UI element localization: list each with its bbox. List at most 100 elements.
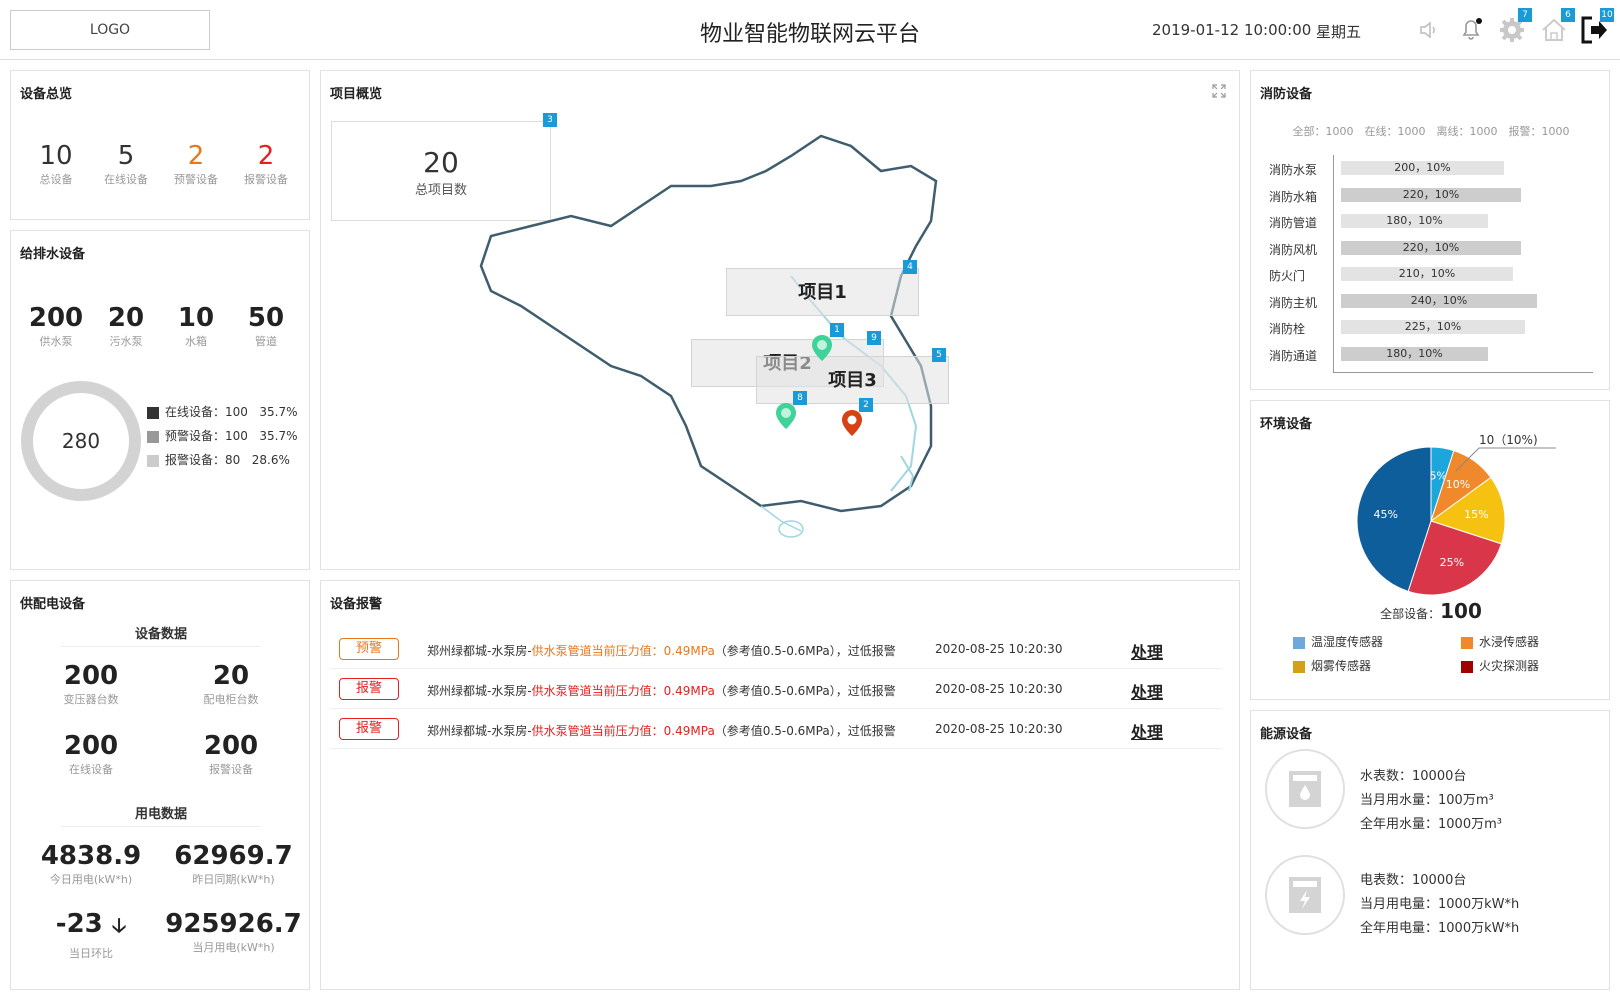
stat-label: 当日环比 [69, 947, 113, 960]
electric-meter-icon [1265, 855, 1345, 935]
power-stat: 200 变压器台数 [41, 661, 141, 707]
stat-value: 200 [28, 303, 84, 333]
alarm-message: 郑州绿都城-水泵房-供水泵管道当前压力值：0.49MPa（参考值0.5-0.6M… [427, 642, 896, 659]
header-bar: LOGO 物业智能物联网云平台 2019-01-12 10:00:00 星期五 … [0, 0, 1620, 60]
legend-count: 100 [225, 429, 248, 443]
stat-label: 水箱 [185, 335, 207, 348]
handle-link[interactable]: 处理 [1131, 679, 1163, 703]
legend-item: 火灾探测器 [1461, 657, 1539, 674]
legend-item: 水浸传感器 [1461, 633, 1539, 650]
handle-link[interactable]: 处理 [1131, 719, 1163, 743]
legend-label: 在线设备： [165, 405, 226, 419]
environment-total: 全部设备：100 [1251, 599, 1611, 623]
fullscreen-icon[interactable] [1211, 83, 1227, 99]
legend-swatch [1461, 660, 1473, 673]
alarm-row: 报警 郑州绿都城-水泵房-供水泵管道当前压力值：0.49MPa（参考值0.5-0… [331, 671, 1221, 709]
total-label: 全部设备： [1380, 607, 1441, 621]
alarm-message: 郑州绿都城-水泵房-供水泵管道当前压力值：0.49MPa（参考值0.5-0.6M… [427, 722, 896, 739]
legend-swatch [147, 406, 159, 419]
stat-label: 变压器台数 [63, 693, 119, 706]
stat-value: 200 [63, 661, 119, 691]
pie-slice-label: 45% [1373, 508, 1397, 521]
stat-label: 报警设备 [244, 173, 288, 186]
water-stat: 200 供水泵 [26, 303, 86, 349]
alarm-row: 预警 郑州绿都城-水泵房-供水泵管道当前压力值：0.49MPa（参考值0.5-0… [331, 631, 1221, 669]
stat-value: 925926.7 [165, 909, 302, 939]
legend-label: 烟雾传感器 [1311, 659, 1372, 673]
alarm-location: 郑州绿都城-水泵房- [427, 724, 532, 738]
stat-label: 昨日同期(kW*h) [192, 873, 275, 886]
section-title-usage: 用电数据 [61, 803, 261, 827]
project-3-box[interactable]: 项目3 [756, 356, 949, 404]
power-panel: 供配电设备 设备数据 200 变压器台数 20 配电柜台数 200 在线设备 2… [10, 580, 310, 990]
energy-panel: 能源设备 水表数：10000台 当月用水量：100万m³ 全年用水量：1000万… [1250, 710, 1610, 990]
power-stat: 20 配电柜台数 [181, 661, 281, 707]
donut-total: 280 [61, 429, 101, 453]
stat-label: 在线设备 [104, 173, 148, 186]
legend-count: 100 [225, 405, 248, 419]
water-year-usage: 全年用水量：1000万m³ [1360, 817, 1502, 832]
stat-value: -23 🡣 [21, 909, 161, 945]
alarm-detail: 供水泵管道当前压力值：0.49MPa [531, 684, 715, 698]
legend-label: 火灾探测器 [1479, 659, 1540, 673]
map-badge-5: 5 [932, 348, 946, 362]
legend-item: 预警设备：100 35.7% [147, 427, 298, 451]
logout-badge: 10 [1600, 8, 1614, 22]
speaker-icon[interactable] [1418, 18, 1442, 42]
fire-bar-label: 消防管道 [1269, 216, 1318, 230]
header-datetime: 2019-01-12 10:00:00 [1152, 21, 1312, 39]
fire-bar-label: 消防水泵 [1269, 163, 1318, 177]
project-panel: 项目概览 20 总项目数 3 项目1 4 项目2 9 项目3 5 1 8 2 [320, 70, 1240, 570]
stat-label: 配电柜台数 [203, 693, 259, 706]
stat-value: 2 [257, 141, 275, 171]
fire-summary: 全部：1000 在线：1000 离线：1000 报警：1000 [1292, 125, 1570, 138]
environment-panel: 环境设备 5% 10% 15% 25% 45% 10（10%) 全部设备：100 温湿度… [1250, 400, 1610, 700]
logo[interactable]: LOGO [10, 10, 210, 50]
map-pin-icon[interactable] [840, 408, 864, 438]
stat-value: 50 [247, 303, 285, 333]
arrow-down-icon: 🡣 [111, 913, 127, 937]
map-badge-1: 1 [830, 323, 844, 337]
legend-swatch [1461, 636, 1473, 649]
alarm-tag: 报警 [339, 718, 399, 740]
project-1-box[interactable]: 项目1 [726, 268, 919, 316]
panel-title: 环境设备 [1260, 417, 1313, 432]
legend-item: 温湿度传感器 [1293, 633, 1383, 650]
map-pin-icon[interactable] [774, 401, 798, 431]
stat-number: -23 [55, 909, 103, 939]
handle-link[interactable]: 处理 [1131, 639, 1163, 663]
stat-value: 4838.9 [40, 841, 142, 871]
fire-bar-label: 消防水箱 [1269, 189, 1318, 204]
map-pin-icon[interactable] [810, 333, 834, 363]
stat-value: 2 [187, 141, 205, 171]
alarm-panel: 设备报警 预警 郑州绿都城-水泵房-供水泵管道当前压力值：0.49MPa（参考值… [320, 580, 1240, 990]
water-meter-icon [1265, 749, 1345, 829]
alarm-location: 郑州绿都城-水泵房- [427, 684, 532, 698]
fire-bar-label: 消防栓 [1269, 322, 1306, 336]
usage-stat: 62969.7 昨日同期(kW*h) [161, 841, 306, 887]
power-stat: 200 在线设备 [41, 731, 141, 777]
fire-bar-label: 消防主机 [1269, 295, 1318, 310]
legend-label: 报警设备： [165, 453, 226, 467]
bell-icon[interactable] [1458, 16, 1484, 42]
stat-total: 10 总设备 [26, 141, 86, 187]
map-badge-9: 9 [867, 331, 881, 345]
pie-callout-line [1455, 447, 1556, 472]
stat-label: 管道 [255, 335, 277, 348]
stat-label: 今日用电(kW*h) [49, 873, 133, 886]
alarm-detail: 供水泵管道当前压力值：0.49MPa [531, 724, 715, 738]
panel-title: 设备报警 [330, 597, 383, 612]
settings-badge: 7 [1518, 8, 1532, 22]
alarm-reference: （参考值0.5-0.6MPa），过低报警 [714, 684, 896, 698]
water-stat: 10 水箱 [166, 303, 226, 349]
alarm-location: 郑州绿都城-水泵房- [427, 644, 532, 658]
home-badge: 6 [1561, 8, 1575, 22]
alarm-time: 2020-08-25 10:20:30 [935, 642, 1063, 656]
alarm-message: 郑州绿都城-水泵房-供水泵管道当前压力值：0.49MPa（参考值0.5-0.6M… [427, 682, 896, 699]
page-title: 物业智能物联网云平台 [699, 22, 920, 47]
project-total-badge: 3 [543, 113, 557, 127]
legend-label: 温湿度传感器 [1311, 635, 1384, 649]
panel-title: 消防设备 [1260, 87, 1313, 102]
alarm-tag: 报警 [339, 678, 399, 700]
alarm-time: 2020-08-25 10:20:30 [935, 722, 1063, 736]
